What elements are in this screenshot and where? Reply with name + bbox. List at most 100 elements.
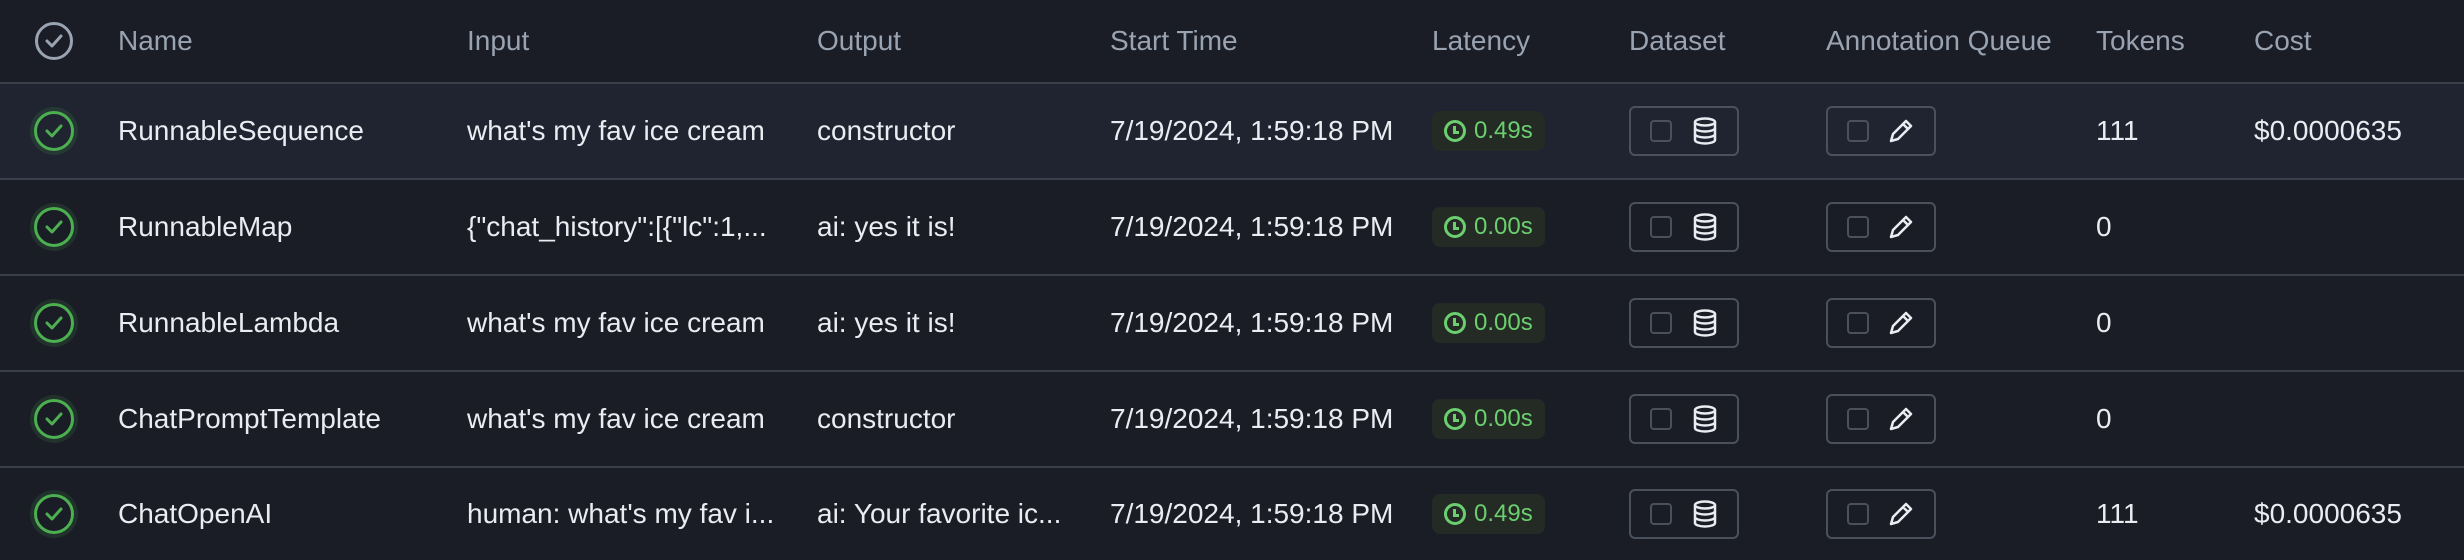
run-output: ai: Your favorite ic... [817,498,1062,529]
runs-table: Name Input Output Start Time Latency Dat… [0,0,2464,560]
clock-icon [1444,216,1466,238]
run-input: what's my fav ice cream [467,307,765,338]
status-cell [30,276,78,370]
run-name[interactable]: ChatPromptTemplate [118,372,448,466]
latency-value: 0.00s [1474,309,1533,336]
table-row[interactable]: RunnableMap {"chat_history":[{"lc":1,...… [0,180,2464,276]
dataset-checkbox[interactable] [1650,312,1673,334]
pencil-icon [1890,311,1913,335]
pencil-icon [1890,215,1913,239]
check-circle-icon[interactable] [35,22,73,60]
latency-badge: 0.00s [1432,399,1545,439]
check-circle-icon [34,207,74,247]
run-tokens: 0 [2096,403,2112,434]
database-icon [1693,405,1716,433]
pencil-icon [1890,502,1913,526]
add-to-dataset-button[interactable] [1629,489,1739,539]
check-circle-icon [34,399,74,439]
check-circle-icon [34,494,74,534]
clock-icon [1444,312,1466,334]
add-to-dataset-button[interactable] [1629,394,1739,444]
annotation-checkbox[interactable] [1846,120,1869,142]
clock-icon [1444,120,1466,142]
latency-value: 0.49s [1474,500,1533,527]
column-header-input[interactable]: Input [467,0,785,82]
run-name[interactable]: RunnableLambda [118,276,448,370]
database-icon [1693,500,1716,528]
add-to-annotation-queue-button[interactable] [1826,106,1936,156]
latency-value: 0.00s [1474,213,1533,240]
run-start-time: 7/19/2024, 1:59:18 PM [1110,403,1394,434]
table-header: Name Input Output Start Time Latency Dat… [0,0,2464,84]
add-to-annotation-queue-button[interactable] [1826,394,1936,444]
database-icon [1693,309,1716,337]
table-row[interactable]: RunnableSequence what's my fav ice cream… [0,84,2464,180]
run-name[interactable]: RunnableMap [118,180,448,274]
run-output: ai: yes it is! [817,307,956,338]
run-cost [2254,180,2454,274]
run-start-time: 7/19/2024, 1:59:18 PM [1110,115,1394,146]
annotation-checkbox[interactable] [1846,408,1869,430]
run-tokens: 0 [2096,307,2112,338]
run-cost: $0.0000635 [2254,498,2402,529]
column-header-output[interactable]: Output [817,0,1077,82]
add-to-annotation-queue-button[interactable] [1826,298,1936,348]
column-header-cost[interactable]: Cost [2254,0,2454,82]
check-circle-icon [34,111,74,151]
add-to-annotation-queue-button[interactable] [1826,202,1936,252]
latency-value: 0.00s [1474,405,1533,432]
column-header-name[interactable]: Name [118,0,448,82]
table-row[interactable]: RunnableLambda what's my fav ice cream a… [0,276,2464,372]
run-output: constructor [817,115,956,146]
table-row[interactable]: ChatOpenAI human: what's my fav i... ai:… [0,468,2464,560]
status-cell [30,180,78,274]
run-tokens: 0 [2096,211,2112,242]
pencil-icon [1890,407,1913,431]
run-name[interactable]: ChatOpenAI [118,468,448,560]
run-cost: $0.0000635 [2254,115,2402,146]
status-cell [30,468,78,560]
latency-badge: 0.49s [1432,494,1545,534]
add-to-dataset-button[interactable] [1629,106,1739,156]
run-start-time: 7/19/2024, 1:59:18 PM [1110,498,1394,529]
column-header-annotation-queue[interactable]: Annotation Queue [1826,0,2086,82]
column-header-tokens[interactable]: Tokens [2096,0,2236,82]
run-input: what's my fav ice cream [467,403,765,434]
check-circle-icon [34,303,74,343]
annotation-checkbox[interactable] [1846,312,1869,334]
select-all-cell[interactable] [30,0,78,82]
column-header-start-time[interactable]: Start Time [1110,0,1410,82]
column-header-dataset[interactable]: Dataset [1629,0,1789,82]
dataset-checkbox[interactable] [1650,120,1673,142]
database-icon [1693,117,1716,145]
run-tokens: 111 [2096,115,2139,146]
add-to-dataset-button[interactable] [1629,298,1739,348]
status-cell [30,84,78,178]
run-tokens: 111 [2096,498,2139,529]
run-input: human: what's my fav i... [467,498,775,529]
dataset-checkbox[interactable] [1650,503,1673,525]
status-cell [30,372,78,466]
run-output: ai: yes it is! [817,211,956,242]
dataset-checkbox[interactable] [1650,216,1673,238]
column-header-latency[interactable]: Latency [1432,0,1602,82]
table-row[interactable]: ChatPromptTemplate what's my fav ice cre… [0,372,2464,468]
run-start-time: 7/19/2024, 1:59:18 PM [1110,307,1394,338]
annotation-checkbox[interactable] [1846,503,1869,525]
run-name[interactable]: RunnableSequence [118,84,448,178]
add-to-annotation-queue-button[interactable] [1826,489,1936,539]
latency-badge: 0.00s [1432,303,1545,343]
latency-badge: 0.49s [1432,111,1545,151]
run-input: {"chat_history":[{"lc":1,... [467,211,767,242]
dataset-checkbox[interactable] [1650,408,1673,430]
annotation-checkbox[interactable] [1846,216,1869,238]
pencil-icon [1890,119,1913,143]
run-output: constructor [817,403,956,434]
run-cost [2254,276,2454,370]
add-to-dataset-button[interactable] [1629,202,1739,252]
latency-value: 0.49s [1474,117,1533,144]
clock-icon [1444,408,1466,430]
run-input: what's my fav ice cream [467,115,765,146]
run-start-time: 7/19/2024, 1:59:18 PM [1110,211,1394,242]
run-cost [2254,372,2454,466]
